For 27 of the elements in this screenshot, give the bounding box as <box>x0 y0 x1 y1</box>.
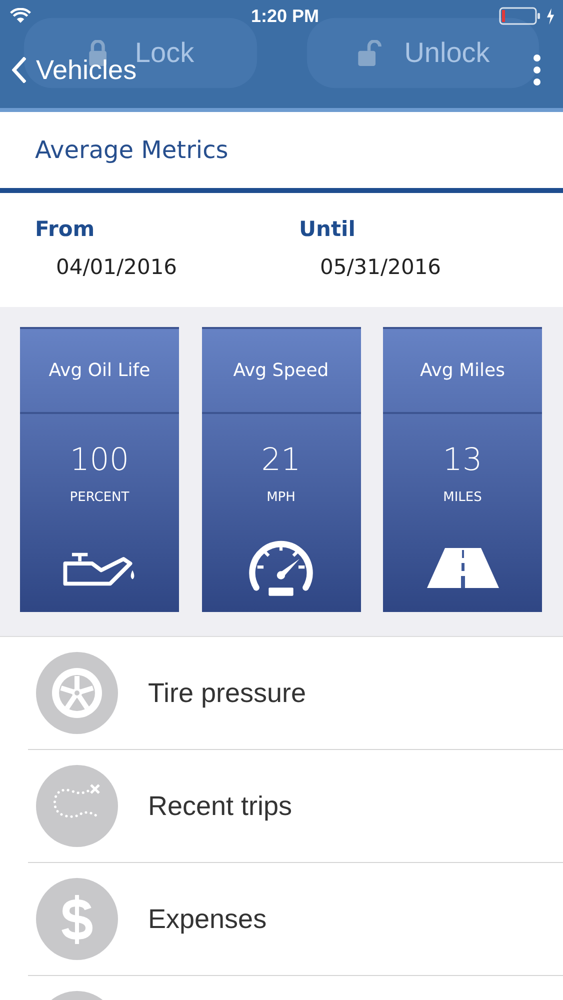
dollar-icon <box>36 878 118 960</box>
metric-value: 13 <box>442 442 482 478</box>
metric-title: Avg Speed <box>233 360 329 381</box>
menu-item[interactable]: Expenses <box>148 904 267 934</box>
metric-value: 21 <box>261 442 301 478</box>
date-value[interactable]: 05/31/2016 <box>320 255 563 279</box>
metric-value: 100 <box>70 442 130 478</box>
metric-title: Avg Oil Life <box>48 360 150 381</box>
lock-icon <box>356 40 382 66</box>
back-icon <box>12 57 26 83</box>
metric-unit: MILES <box>443 490 482 505</box>
section-title: Average Metrics <box>35 136 228 164</box>
metric-title: Avg Miles <box>420 360 506 381</box>
tire-icon <box>36 652 118 734</box>
oil-can-icon <box>62 550 136 586</box>
back-button[interactable]: Vehicles <box>12 54 137 86</box>
menu-item[interactable]: Recent trips <box>148 790 292 822</box>
date-value[interactable]: 04/01/2016 <box>56 255 299 279</box>
metric-unit: PERCENT <box>70 490 130 505</box>
battery-icon <box>499 7 541 25</box>
more-menu-icon[interactable] <box>533 54 541 86</box>
date-label: From <box>35 217 96 241</box>
wifi-icon <box>10 8 31 24</box>
date-label: Until <box>299 217 356 241</box>
route-icon <box>36 765 118 847</box>
menu-item[interactable]: Tire pressure <box>148 678 306 708</box>
metric-unit: MPH <box>266 490 296 505</box>
